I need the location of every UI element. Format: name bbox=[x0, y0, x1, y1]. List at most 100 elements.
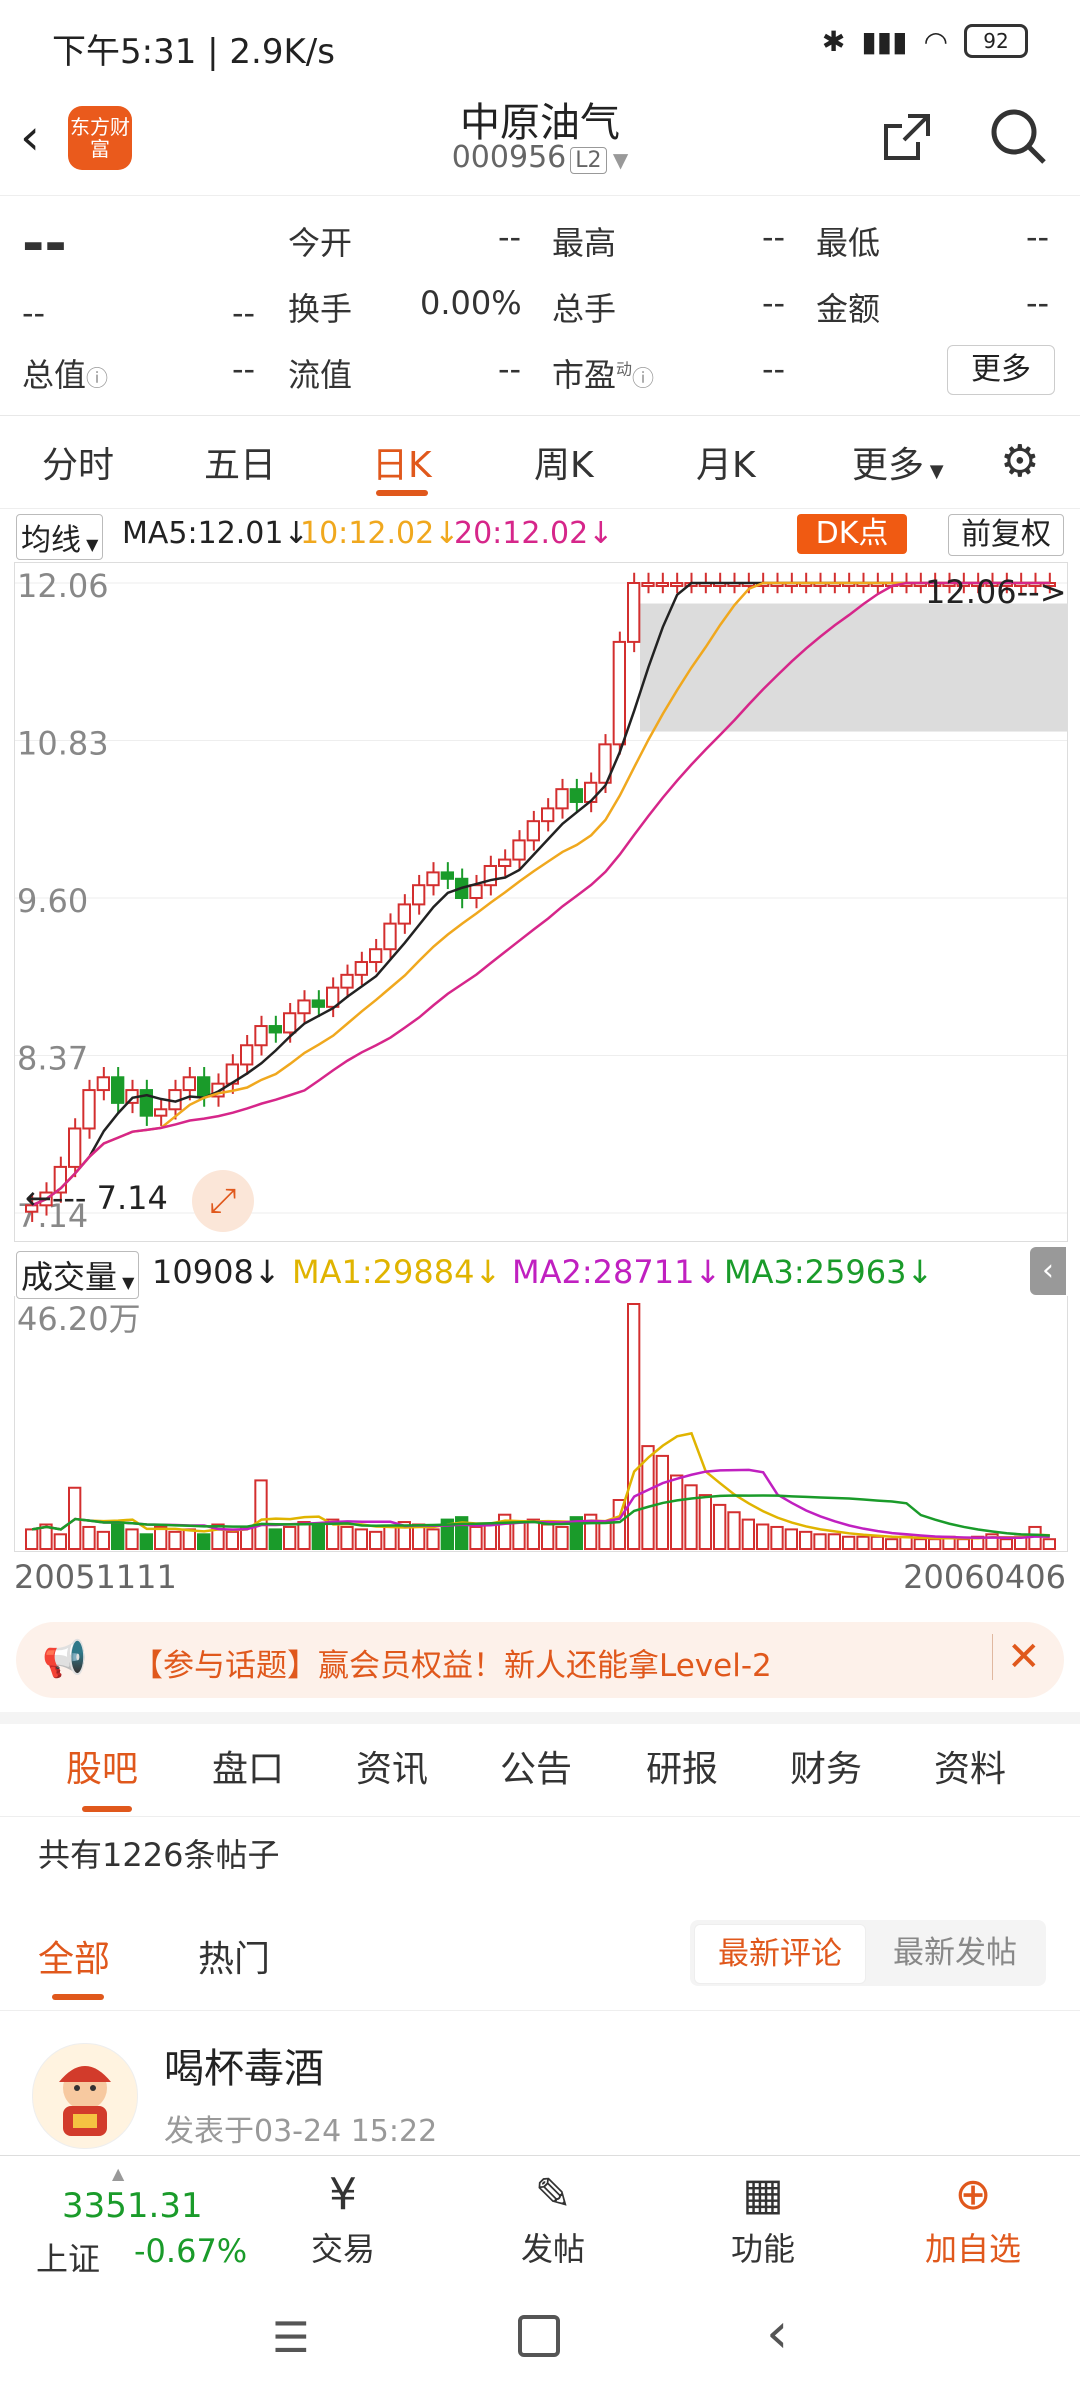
candle-body bbox=[82, 1089, 96, 1130]
ma-row: 均线 ▼ MA5:12.01↓ 10:12.02↓ 20:12.02↓ bbox=[0, 512, 1080, 560]
volume-bar bbox=[598, 1521, 612, 1551]
post-label: 发帖 bbox=[520, 2230, 585, 2268]
back-nav-icon[interactable]: ‹ bbox=[766, 2301, 788, 2366]
sort-latest-comment[interactable]: 最新评论 bbox=[694, 1924, 866, 1984]
amount-label: 金额 bbox=[816, 290, 881, 328]
quote-panel: -- -- -- 今开 -- 最高 -- 最低 -- 换手 0.00% 总手 -… bbox=[0, 200, 1080, 410]
volume-selector[interactable]: 成交量 ▼ bbox=[16, 1251, 140, 1299]
y-tick-label: 12.06 bbox=[17, 567, 109, 605]
volume-bar bbox=[168, 1530, 182, 1551]
expand-icon[interactable]: ⤢ bbox=[192, 1170, 254, 1232]
adjust-button[interactable]: 前复权 bbox=[948, 514, 1064, 556]
stock-code: 000956 bbox=[451, 140, 567, 175]
collapse-icon[interactable]: ‹ bbox=[1030, 1247, 1066, 1295]
share-icon[interactable] bbox=[878, 108, 936, 170]
open-label: 今开 bbox=[288, 224, 353, 262]
yuan-icon: ¥ bbox=[329, 2169, 357, 2220]
kline-chart[interactable]: 12.06 10.83 9.60 8.37 7.14 ←--- 7.14 12.06--> bbox=[14, 562, 1068, 1242]
more-button[interactable]: 更多 bbox=[947, 345, 1055, 395]
y-tick-label: 10.83 bbox=[17, 725, 109, 763]
high-label: 最高 bbox=[552, 224, 617, 262]
volume-bar bbox=[799, 1530, 813, 1551]
volume-bar bbox=[139, 1533, 153, 1551]
trade-button[interactable]: ¥ 交易 bbox=[268, 2166, 418, 2270]
tab-weekly-k[interactable]: 周K bbox=[534, 436, 594, 488]
arrow-down-icon: ↓ bbox=[906, 1253, 934, 1291]
start-date: 20051111 bbox=[14, 1558, 177, 1596]
volume-bar bbox=[756, 1523, 770, 1550]
tab-five-day[interactable]: 五日 bbox=[204, 436, 276, 488]
filter-underline bbox=[52, 1994, 104, 2000]
function-button[interactable]: ▦ 功能 bbox=[688, 2166, 838, 2270]
arrow-down-icon: ↓ bbox=[588, 516, 614, 551]
arrow-down-icon: ↓ bbox=[474, 1253, 502, 1291]
search-icon[interactable] bbox=[986, 104, 1050, 172]
bottom-toolbar: ▲ 3351.31 上证 -0.67% ¥ 交易 ✎ 发帖 ▦ 功能 ⊕ 加自选 bbox=[0, 2155, 1080, 2278]
candle-body bbox=[68, 1127, 82, 1168]
add-watchlist-button[interactable]: ⊕ 加自选 bbox=[898, 2166, 1048, 2270]
vol-ma1: MA1:29884↓ bbox=[292, 1253, 502, 1291]
tab-intraday[interactable]: 分时 bbox=[42, 436, 114, 488]
volume-bar bbox=[870, 1535, 885, 1550]
tab-finance[interactable]: 财务 bbox=[790, 1740, 862, 1792]
dk-point-button[interactable]: DK点 bbox=[797, 514, 907, 554]
volume-bar bbox=[268, 1528, 283, 1550]
signal-icon: ▮▮▮ bbox=[861, 24, 908, 58]
settings-icon[interactable]: ⚙ bbox=[1000, 436, 1039, 487]
candle-body bbox=[297, 999, 311, 1015]
volume-bar bbox=[311, 1523, 325, 1550]
tab-more[interactable]: 更多 ▼ bbox=[852, 436, 944, 488]
end-date: 20060406 bbox=[903, 1558, 1066, 1596]
post-button[interactable]: ✎ 发帖 bbox=[478, 2166, 628, 2270]
volume-bar bbox=[913, 1538, 928, 1550]
tab-announcements[interactable]: 公告 bbox=[500, 1740, 572, 1792]
tab-forum[interactable]: 股吧 bbox=[66, 1740, 138, 1792]
volume-chart[interactable]: 46.20万 bbox=[14, 1296, 1068, 1552]
vol-max-label: 46.20万 bbox=[17, 1300, 141, 1338]
sort-latest-post[interactable]: 最新发帖 bbox=[870, 1924, 1040, 1982]
arrow-down-icon: ↓ bbox=[253, 1253, 281, 1291]
caret-down-icon: ▼ bbox=[924, 461, 944, 482]
tab-daily-k[interactable]: 日K bbox=[372, 436, 432, 488]
candle-body bbox=[469, 884, 483, 900]
post-author[interactable]: 喝杯毒酒 bbox=[164, 2036, 324, 2094]
low-value: -- bbox=[1026, 218, 1050, 256]
turnover-label: 换手 bbox=[288, 290, 353, 328]
volume-bar bbox=[197, 1533, 211, 1551]
trade-label: 交易 bbox=[310, 2230, 375, 2268]
tab-monthly-k[interactable]: 月K bbox=[696, 436, 756, 488]
volume-label: 总手 bbox=[552, 290, 617, 328]
volume-bar bbox=[512, 1521, 526, 1551]
chart-period-tabs: 分时 五日 日K 周K 月K 更多 ▼ ⚙ bbox=[0, 418, 1080, 509]
tab-profile[interactable]: 资料 bbox=[934, 1740, 1006, 1792]
volume-bar bbox=[469, 1525, 483, 1550]
volume-bar bbox=[555, 1525, 569, 1550]
add-watchlist-label: 加自选 bbox=[924, 2230, 1021, 2268]
volume-bar bbox=[483, 1523, 497, 1550]
plus-circle-icon: ⊕ bbox=[954, 2169, 992, 2220]
tab-research[interactable]: 研报 bbox=[646, 1740, 718, 1792]
candle-body bbox=[426, 871, 440, 887]
amount-value: -- bbox=[1026, 284, 1050, 322]
filter-all[interactable]: 全部 bbox=[38, 1930, 110, 1982]
menu-icon[interactable]: ☰ bbox=[272, 2313, 310, 2362]
home-icon[interactable] bbox=[518, 2315, 560, 2357]
pe-label: 市盈动ⓘ bbox=[552, 356, 655, 394]
mktcap-value: -- bbox=[232, 350, 256, 388]
promo-banner[interactable]: 📢 【参与话题】赢会员权益！新人还能拿Level-2 ✕ bbox=[16, 1622, 1064, 1698]
avatar[interactable] bbox=[32, 2043, 138, 2149]
tab-underline bbox=[376, 490, 428, 496]
post-item[interactable] bbox=[0, 2020, 1080, 2160]
candle-body bbox=[397, 903, 411, 925]
close-icon[interactable]: ✕ bbox=[992, 1634, 1041, 1680]
ma-selector[interactable]: 均线 ▼ bbox=[16, 514, 104, 560]
candle-body bbox=[182, 1076, 197, 1092]
candle-body bbox=[555, 788, 569, 810]
tab-underline bbox=[82, 1806, 132, 1812]
pe-value: -- bbox=[762, 350, 786, 388]
filter-hot[interactable]: 热门 bbox=[198, 1930, 270, 1982]
tab-orderbook[interactable]: 盘口 bbox=[212, 1740, 284, 1792]
tab-news[interactable]: 资讯 bbox=[356, 1740, 428, 1792]
index-widget[interactable]: ▲ 3351.31 上证 -0.67% bbox=[20, 2164, 260, 2278]
volume-bar bbox=[426, 1528, 440, 1550]
